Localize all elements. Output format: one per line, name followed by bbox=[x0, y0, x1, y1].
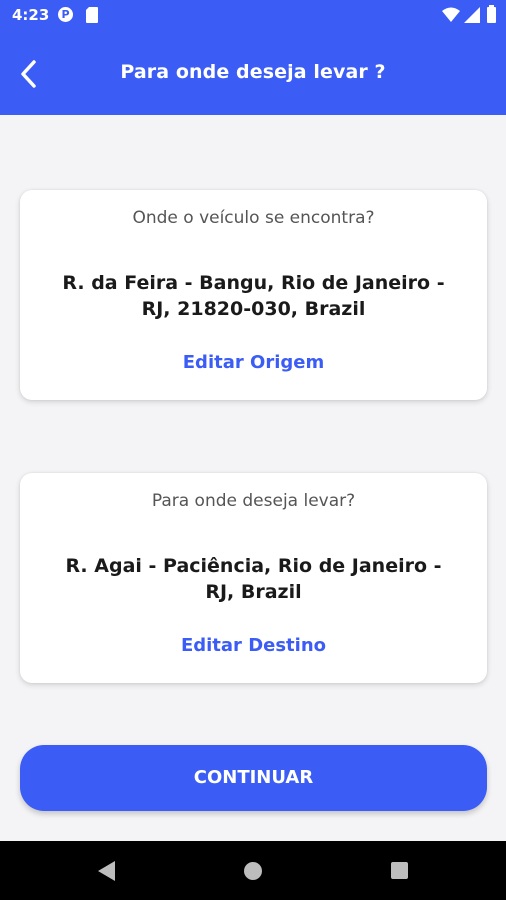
origin-card: Onde o veículo se encontra? R. da Feira … bbox=[20, 190, 487, 400]
nav-recents-icon[interactable] bbox=[391, 862, 408, 879]
page-title: Para onde deseja levar ? bbox=[120, 61, 386, 83]
edit-origin-button[interactable]: Editar Origem bbox=[20, 352, 487, 373]
wifi-icon bbox=[442, 7, 460, 22]
edit-destination-button[interactable]: Editar Destino bbox=[20, 635, 487, 656]
status-bar: 4:23 P bbox=[0, 0, 506, 32]
p-notification-icon: P bbox=[58, 7, 73, 22]
battery-icon bbox=[487, 5, 496, 23]
signal-icon bbox=[464, 7, 480, 23]
destination-question: Para onde deseja levar? bbox=[151, 491, 356, 511]
destination-card: Para onde deseja levar? R. Agai - Paciên… bbox=[20, 473, 487, 683]
origin-address: R. da Feira - Bangu, Rio de Janeiro - RJ… bbox=[62, 272, 445, 320]
continue-button[interactable]: CONTINUAR bbox=[20, 745, 487, 811]
app-bar: Para onde deseja levar ? bbox=[0, 32, 506, 115]
destination-address: R. Agai - Paciência, Rio de Janeiro - RJ… bbox=[65, 555, 442, 603]
status-time: 4:23 bbox=[12, 6, 50, 24]
nav-back-icon[interactable] bbox=[98, 861, 116, 881]
sd-card-icon bbox=[86, 7, 98, 23]
system-nav-bar bbox=[0, 841, 506, 900]
origin-question: Onde o veículo se encontra? bbox=[132, 208, 375, 228]
nav-home-icon[interactable] bbox=[244, 862, 262, 880]
